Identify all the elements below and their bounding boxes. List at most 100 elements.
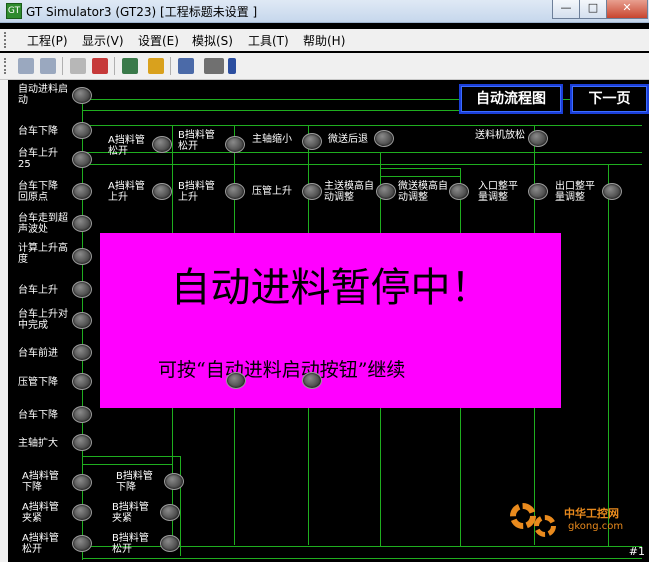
- lamp-calc-height[interactable]: [72, 248, 92, 265]
- device-icon[interactable]: [148, 58, 164, 74]
- hmi-screen: 自动流程图 下一页 自动进料启动 台车下降 台车上升25 台车下降回原点 台车走…: [8, 80, 649, 562]
- watermark-url: gkong.com: [568, 521, 624, 532]
- lamp-a-stopper-down[interactable]: [72, 474, 92, 491]
- line: [82, 558, 642, 559]
- label-press-down: 压管下降: [18, 377, 58, 388]
- window-title: GT Simulator3 (GT23) [工程标题未设置 ]: [26, 5, 258, 19]
- lamp-a-stopper-release[interactable]: [72, 535, 92, 552]
- redo-icon[interactable]: [40, 58, 56, 74]
- gear-icon: [534, 515, 556, 537]
- label-feeder-release: 送料机放松: [475, 130, 525, 141]
- menu-settings[interactable]: 设置(E): [138, 32, 179, 49]
- label-cart-to-ultrasonic: 台车走到超声波处: [18, 213, 68, 235]
- popup-message: 可按“自动进料启动按钮”继续: [158, 359, 406, 381]
- label-micro-feed-auto-adjust: 微送模高自动调整: [398, 181, 448, 203]
- label-calc-height: 计算上升高度: [18, 243, 68, 265]
- lamp-outlet-leveling-adjust[interactable]: [602, 183, 622, 200]
- label-a-stopper-release-top: A挡料管松开: [108, 135, 145, 157]
- menu-project[interactable]: 工程(P): [27, 32, 68, 49]
- menu-bar: 工程(P) 显示(V) 设置(E) 模拟(S) 工具(T) 帮助(H): [0, 29, 649, 51]
- toolbar-grip: [4, 58, 9, 74]
- label-b-stopper-release: B挡料管松开: [112, 533, 149, 555]
- undo-icon[interactable]: [18, 58, 34, 74]
- lamp-a-stopper-up[interactable]: [152, 183, 172, 200]
- label-auto-feed-start: 自动进料启动: [18, 84, 68, 106]
- lamp-press-up[interactable]: [302, 183, 322, 200]
- lamp-cart-up-25[interactable]: [72, 151, 92, 168]
- lamp-cart-down[interactable]: [72, 122, 92, 139]
- label-main-feed-auto-adjust: 主送模高自动调整: [324, 181, 374, 203]
- label-a-stopper-down: A挡料管下降: [22, 471, 59, 493]
- lamp-press-down[interactable]: [72, 373, 92, 390]
- label-spindle-shrink: 主轴缩小: [252, 134, 292, 145]
- label-outlet-leveling-adjust: 出口整平量调整: [555, 181, 595, 203]
- monitor-icon[interactable]: [122, 58, 138, 74]
- lamp-under-popup-1[interactable]: [226, 372, 246, 389]
- gear-icon: [510, 503, 536, 529]
- close-button[interactable]: ✕: [606, 0, 648, 19]
- lamp-b-stopper-clamp[interactable]: [160, 504, 180, 521]
- label-b-stopper-up: B挡料管上升: [178, 181, 215, 203]
- label-cart-up-25: 台车上升25: [18, 148, 58, 170]
- watermark-text: 中华工控网: [564, 507, 619, 520]
- page-number: #1: [628, 545, 645, 558]
- menu-tools[interactable]: 工具(T): [248, 32, 289, 49]
- minimize-button[interactable]: —: [552, 0, 580, 19]
- menu-help[interactable]: 帮助(H): [303, 32, 345, 49]
- lamp-cart-down-home[interactable]: [72, 183, 92, 200]
- lamp-spindle-expand[interactable]: [72, 434, 92, 451]
- lamp-micro-feed-back[interactable]: [374, 130, 394, 147]
- label-b-stopper-down: B挡料管下降: [116, 471, 153, 493]
- auto-feed-paused-popup: 自动进料暂停中！ 可按“自动进料启动按钮”继续: [100, 233, 561, 408]
- label-b-stopper-release-top: B挡料管松开: [178, 130, 215, 152]
- lamp-cart-up[interactable]: [72, 281, 92, 298]
- lamp-cart-down-2[interactable]: [72, 406, 92, 423]
- lamp-b-stopper-release[interactable]: [160, 535, 180, 552]
- label-spindle-expand: 主轴扩大: [18, 438, 58, 449]
- toolbar-separator: [170, 57, 171, 75]
- keyboard-icon[interactable]: [204, 58, 224, 74]
- label-press-up: 压管上升: [252, 186, 292, 197]
- lamp-a-stopper-release-top[interactable]: [152, 136, 172, 153]
- toolbar: [0, 53, 649, 80]
- lamp-b-stopper-up[interactable]: [225, 183, 245, 200]
- line: [380, 176, 460, 177]
- line: [82, 125, 642, 126]
- stop-icon[interactable]: [92, 58, 108, 74]
- debug-icon[interactable]: [178, 58, 194, 74]
- title-bar: GT GT Simulator3 (GT23) [工程标题未设置 ] — □ ✕: [0, 0, 649, 23]
- menu-grip: [4, 32, 9, 48]
- menu-view[interactable]: 显示(V): [82, 32, 124, 49]
- lamp-b-stopper-down[interactable]: [164, 473, 184, 490]
- lamp-cart-forward[interactable]: [72, 344, 92, 361]
- line: [608, 164, 609, 546]
- lamp-a-stopper-clamp[interactable]: [72, 504, 92, 521]
- menu-simulate[interactable]: 模拟(S): [192, 32, 233, 49]
- toolbar-separator: [114, 57, 115, 75]
- lamp-inlet-leveling-adjust[interactable]: [528, 183, 548, 200]
- lamp-b-stopper-release-top[interactable]: [225, 136, 245, 153]
- next-page-button[interactable]: 下一页: [570, 84, 649, 114]
- lamp-cart-up-centered[interactable]: [72, 312, 92, 329]
- label-micro-feed-back: 微送后退: [328, 134, 368, 145]
- line: [82, 164, 642, 165]
- read-icon[interactable]: [70, 58, 86, 74]
- lamp-micro-feed-auto-adjust[interactable]: [449, 183, 469, 200]
- chevron-down-icon[interactable]: [228, 58, 236, 74]
- line: [82, 464, 172, 465]
- auto-flow-button[interactable]: 自动流程图: [459, 84, 563, 114]
- maximize-button[interactable]: □: [579, 0, 607, 19]
- label-cart-down-2: 台车下降: [18, 410, 58, 421]
- lamp-feeder-release[interactable]: [528, 130, 548, 147]
- lamp-under-popup-2[interactable]: [302, 372, 322, 389]
- lamp-main-feed-auto-adjust[interactable]: [376, 183, 396, 200]
- label-cart-forward: 台车前进: [18, 348, 58, 359]
- label-a-stopper-clamp: A挡料管夹紧: [22, 502, 59, 524]
- lamp-cart-to-ultrasonic[interactable]: [72, 215, 92, 232]
- label-cart-down: 台车下降: [18, 126, 58, 137]
- line: [180, 456, 181, 556]
- lamp-spindle-shrink[interactable]: [302, 133, 322, 150]
- lamp-auto-feed-start[interactable]: [72, 87, 92, 104]
- label-cart-up-centered: 台车上升对中完成: [18, 309, 68, 331]
- label-a-stopper-up: A挡料管上升: [108, 181, 145, 203]
